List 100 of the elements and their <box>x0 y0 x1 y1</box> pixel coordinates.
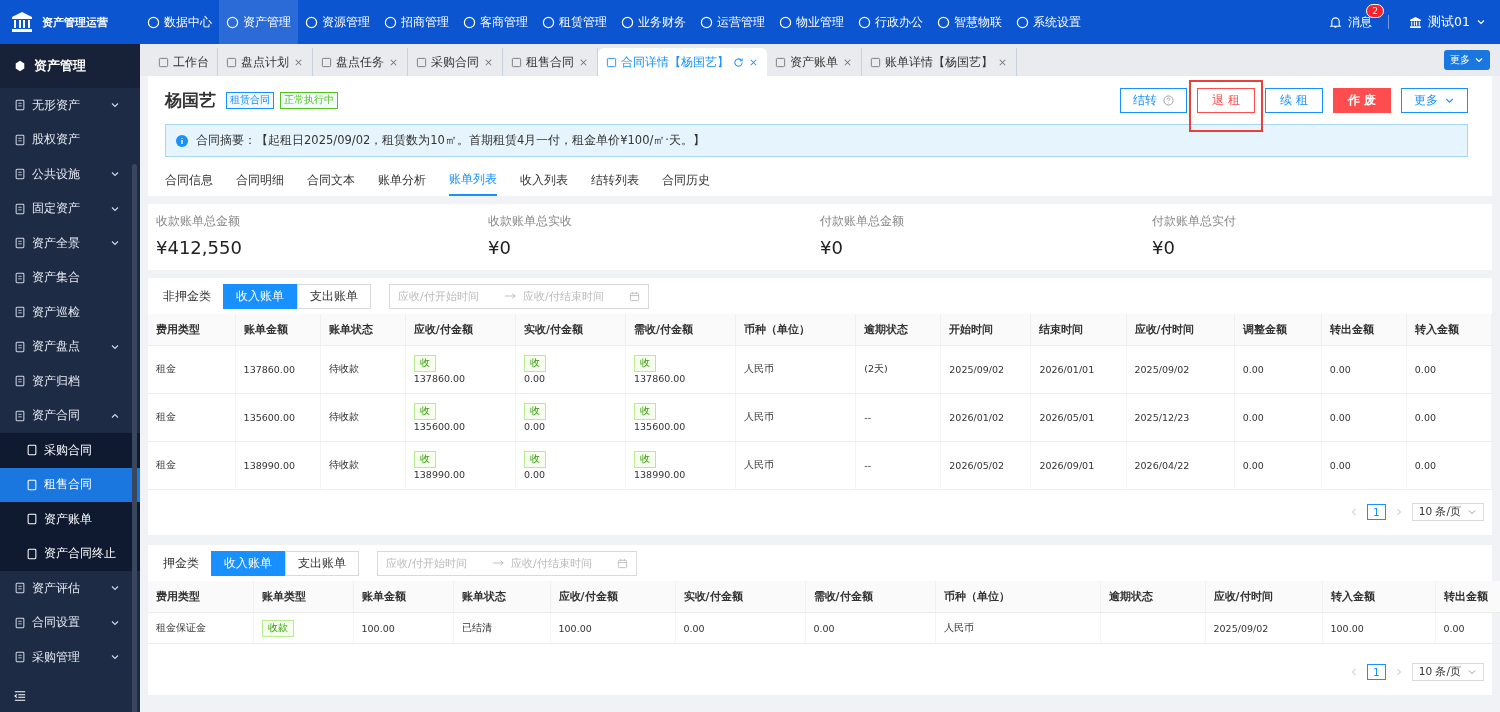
sidebar-item[interactable]: 合同设置 <box>0 605 140 640</box>
sidebar-subitem[interactable]: 资产合同终止 <box>0 536 140 571</box>
table-cell: 100.00 <box>558 622 592 634</box>
column-header: 账单状态 <box>453 581 550 613</box>
detail-tab[interactable]: 合同历史 <box>662 165 721 196</box>
column-header: 费用类型 <box>148 581 253 613</box>
top-nav-item[interactable]: 运营管理 <box>693 0 772 44</box>
type-tag: 收 <box>523 403 546 420</box>
column-header: 账单状态 <box>320 314 406 346</box>
sidebar-item[interactable]: 股权资产 <box>0 122 140 157</box>
circle-icon <box>700 15 713 29</box>
sidebar-title: 资产管理 <box>34 57 86 75</box>
detail-tab[interactable]: 合同信息 <box>165 165 224 196</box>
column-header: 应收/付时间 <box>1205 581 1322 613</box>
top-nav-item[interactable]: 物业管理 <box>772 0 851 44</box>
column-header: 转出金额 <box>1435 581 1500 613</box>
column-header: 转入金额 <box>1322 581 1435 613</box>
bank-icon <box>1409 15 1423 29</box>
column-header: 应收/付金额 <box>405 314 516 346</box>
sidebar-item[interactable]: 固定资产 <box>0 191 140 226</box>
sidebar-subitem[interactable]: 采购合同 <box>0 433 140 468</box>
detail-tab[interactable]: 合同文本 <box>307 165 366 196</box>
stat-label: 收款账单总金额 <box>156 214 241 229</box>
stat-label: 收款账单总实收 <box>488 214 573 229</box>
table-cell: 2026/09/01 <box>1039 460 1095 471</box>
top-nav-item[interactable]: 客商管理 <box>456 0 535 44</box>
table-cell: 0.00 <box>1414 460 1436 471</box>
summary-text: 合同摘要：【起租日2025/09/02，租赁数为10㎡。首期租赁4月一付，租金单价¥100/㎡·天。】 <box>196 133 706 148</box>
sidebar-item[interactable]: 资产归档 <box>0 364 140 399</box>
top-nav-item[interactable]: 系统设置 <box>1009 0 1088 44</box>
top-nav-item[interactable]: 资源管理 <box>298 0 377 44</box>
sidebar-item[interactable]: 资产盘点 <box>0 329 140 364</box>
date-range-field[interactable]: 应收/付开始时间 应收/付结束时间 <box>377 550 637 576</box>
sidebar-item[interactable]: 资产评估 <box>0 571 140 606</box>
column-header: 需收/付金额 <box>805 581 935 613</box>
table-cell: -- <box>864 412 872 423</box>
top-nav-item[interactable]: 租赁管理 <box>535 0 614 44</box>
segment-button[interactable]: 支出账单 <box>297 283 371 309</box>
table-cell: 人民币 <box>744 363 775 374</box>
detail-tab[interactable]: 合同明细 <box>236 165 295 196</box>
sidebar-item[interactable]: 资产集合 <box>0 260 140 295</box>
sidebar-item[interactable]: 资产巡检 <box>0 295 140 330</box>
top-nav-item[interactable]: 数据中心 <box>140 0 219 44</box>
table-cell-text: 0.00 <box>523 373 547 384</box>
detail-tab[interactable]: 收入列表 <box>520 165 579 196</box>
sidebar-subitem[interactable]: 资产账单 <box>0 502 140 537</box>
top-nav-item[interactable]: 智慧物联 <box>930 0 1009 44</box>
top-nav-item[interactable]: 行政办公 <box>851 0 930 44</box>
type-tag: 收款 <box>261 619 294 637</box>
table-cell: 0.00 <box>1242 412 1264 423</box>
refresh-icon[interactable] <box>733 56 744 68</box>
page-size-select[interactable]: 10 条/页 <box>1411 503 1484 521</box>
table-cell: (2天) <box>864 363 888 374</box>
table-cell: 租金 <box>156 459 176 470</box>
sidebar-subitem[interactable]: 租售合同 <box>0 467 140 502</box>
top-nav-item[interactable]: 资产管理 <box>219 0 298 44</box>
table-cell: 2026/05/01 <box>1039 412 1095 423</box>
table-cell: 0.00 <box>1329 364 1351 375</box>
stat-label: 付款账单总实付 <box>1152 214 1237 229</box>
table-cell: 租金保证金 <box>156 621 206 633</box>
top-nav-item[interactable]: 招商管理 <box>377 0 456 44</box>
chevron-down-icon <box>1474 55 1484 65</box>
user-menu[interactable]: 测试01 <box>1428 13 1470 31</box>
table-cell: 人民币 <box>744 411 775 422</box>
stat-value: ¥0 <box>488 237 512 258</box>
more-tabs-button[interactable]: 更多 <box>1444 50 1490 70</box>
help-icon <box>1163 94 1174 106</box>
column-header: 转入金额 <box>1406 314 1492 346</box>
app-title: 资产管理运营 <box>42 14 108 30</box>
stat-value: ¥412,550 <box>156 237 243 258</box>
column-header: 实收/付金额 <box>515 314 626 346</box>
table-cell: 2025/09/02 <box>1213 622 1269 634</box>
column-header: 需收/付金额 <box>625 314 736 346</box>
column-header: 调整金额 <box>1234 314 1322 346</box>
segment-button[interactable]: 支出账单 <box>285 550 359 576</box>
table-cell: 2025/12/23 <box>1134 412 1190 423</box>
type-tag: 收 <box>413 451 436 468</box>
date-range-field[interactable]: 应收/付开始时间 应收/付结束时间 <box>389 283 649 309</box>
sidebar-item[interactable]: 资产合同 <box>0 398 140 433</box>
table-cell: 2026/01/02 <box>949 412 1005 423</box>
sidebar-item[interactable]: 公共设施 <box>0 157 140 192</box>
sidebar-item[interactable]: 采购管理 <box>0 640 140 675</box>
circle-icon <box>779 15 792 29</box>
table-cell: 0.00 <box>1329 460 1351 471</box>
circle-icon <box>1016 15 1029 29</box>
table-cell-text: 135600.00 <box>634 421 687 432</box>
table-cell: 2025/09/02 <box>949 364 1005 375</box>
detail-tab[interactable]: 账单分析 <box>378 165 437 196</box>
page-size-select[interactable]: 10 条/页 <box>1411 663 1484 681</box>
sidebar-item[interactable]: 资产全景 <box>0 226 140 261</box>
collapse-menu-icon[interactable] <box>14 690 26 702</box>
detail-tab[interactable]: 结转列表 <box>591 165 650 196</box>
sidebar-item[interactable]: 无形资产 <box>0 88 140 123</box>
top-nav-item[interactable]: 业务财务 <box>614 0 693 44</box>
chevron-down-icon[interactable] <box>1476 17 1486 27</box>
table-cell: 0.00 <box>1414 412 1436 423</box>
type-tag: 收 <box>634 451 656 468</box>
bell-icon[interactable] <box>1329 15 1343 29</box>
circle-icon <box>463 15 476 29</box>
table-cell: 0.00 <box>1242 460 1264 471</box>
